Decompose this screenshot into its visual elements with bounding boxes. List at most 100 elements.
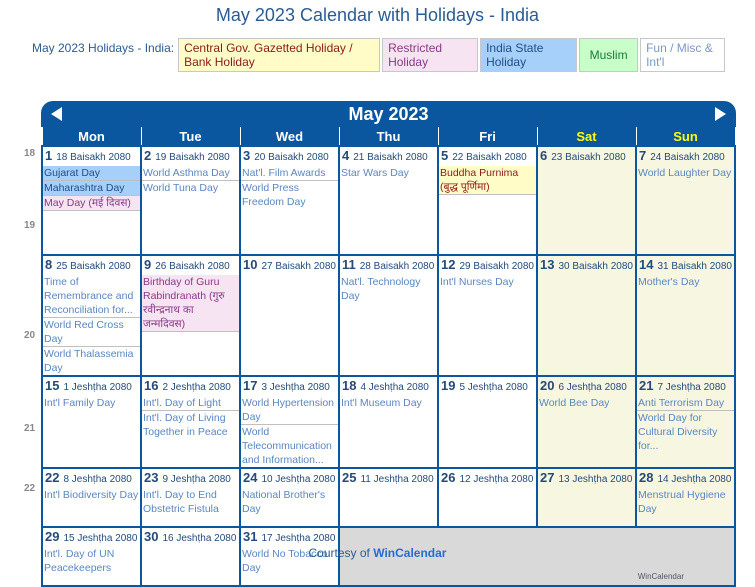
day-number: 28 14 Jeshṭha 2080 [637,469,734,488]
wincalendar-link[interactable]: WinCalendar [373,546,446,560]
day-number: 21 7 Jeshṭha 2080 [637,377,734,396]
holiday-event[interactable]: Int'l. Day of Living Together in Peace [142,411,239,439]
holiday-event[interactable]: Int'l. Day of Light [142,396,239,411]
holiday-event[interactable]: Nat'l. Film Awards [241,166,338,181]
week-number: 18 [24,148,36,159]
hindu-date: 23 Baisakh 2080 [551,152,626,163]
holiday-event[interactable]: National Brother's Day [241,488,338,516]
day-cell[interactable]: 21 7 Jeshṭha 2080 Anti Terrorism Day World … [635,375,736,469]
day-cell[interactable]: 22 8 Jeshṭha 2080 Int'l Biodiversity Day [41,467,142,528]
hindu-date: 22 Baisakh 2080 [452,152,527,163]
week-number: 19 [24,220,36,231]
day-number-value: 3 [243,148,251,163]
day-number-value: 9 [144,257,152,272]
day-cell[interactable]: 14 31 Baisakh 2080 Mother's Day [635,254,736,377]
weekday-header-fri: Fri [437,127,538,147]
day-number-value: 8 [45,257,53,272]
holiday-event[interactable]: Int'l Nurses Day [439,275,536,289]
holiday-event[interactable]: World Press Freedom Day [241,181,338,209]
day-cell[interactable]: 19 5 Jeshṭha 2080 [437,375,538,469]
triangle-left-icon[interactable] [51,107,62,121]
day-cell[interactable]: 26 12 Jeshṭha 2080 [437,467,538,528]
holiday-event[interactable]: World Red Cross Day [43,318,140,347]
day-cell[interactable]: 2 19 Baisakh 2080 World Asthma Day World Tu… [140,145,241,256]
legend-central-holiday: Central Gov. Gazetted Holiday / Bank Hol… [178,38,381,72]
holiday-event[interactable]: Gujarat Day [43,166,140,181]
day-cell[interactable]: 15 1 Jeshṭha 2080 Int'l Family Day [41,375,142,469]
day-cell[interactable]: 4 21 Baisakh 2080 Star Wars Day [338,145,439,256]
triangle-right-icon[interactable] [715,107,726,121]
holiday-event[interactable]: Int'l Museum Day [340,396,437,410]
holiday-event[interactable]: World Hypertension Day [241,396,338,425]
hindu-date: 10 Jeshṭha 2080 [261,474,336,485]
holiday-event[interactable]: Mother's Day [637,275,734,289]
weekday-header-sat: Sat [536,127,637,147]
day-cell[interactable]: 11 28 Baisakh 2080 Nat'l. Technology Day [338,254,439,377]
day-number-value: 27 [540,470,555,485]
day-number-value: 5 [441,148,449,163]
holiday-event[interactable]: World Tuna Day [142,181,239,195]
weekday-header-wed: Wed [239,127,340,147]
day-cell[interactable]: 17 3 Jeshṭha 2080 World Hypertension Day Wo… [239,375,340,469]
holiday-event[interactable]: Nat'l. Technology Day [340,275,437,303]
day-number-value: 16 [144,378,159,393]
day-cell[interactable]: 8 25 Baisakh 2080 Time of Remembrance and … [41,254,142,377]
day-cell[interactable]: 27 13 Jeshṭha 2080 [536,467,637,528]
day-number: 23 9 Jeshṭha 2080 [142,469,239,488]
holiday-event[interactable]: Birthday of Guru Rabindranath (गुरु रवीन… [142,275,239,332]
day-number-value: 2 [144,148,152,163]
holiday-event[interactable]: World Laughter Day [637,166,734,180]
day-cell[interactable]: 20 6 Jeshṭha 2080 World Bee Day [536,375,637,469]
day-cell[interactable]: 12 29 Baisakh 2080 Int'l Nurses Day [437,254,538,377]
day-cell[interactable]: 16 2 Jeshṭha 2080 Int'l. Day of Light Int'l… [140,375,241,469]
weekday-header-mon: Mon [41,127,142,147]
holiday-event[interactable]: Time of Remembrance and Reconciliation f… [43,275,140,318]
day-number: 17 3 Jeshṭha 2080 [241,377,338,396]
holiday-event[interactable]: Int'l Family Day [43,396,140,410]
holiday-event[interactable]: World Asthma Day [142,166,239,181]
day-cell[interactable]: 6 23 Baisakh 2080 [536,145,637,256]
day-number: 26 12 Jeshṭha 2080 [439,469,536,488]
courtesy-line: Courtesy of WinCalendar [0,546,755,560]
week-number: 20 [24,330,36,341]
week-row: 8 25 Baisakh 2080 Time of Remembrance and … [41,254,736,377]
day-number: 15 1 Jeshṭha 2080 [43,377,140,396]
day-cell[interactable]: 13 30 Baisakh 2080 [536,254,637,377]
page-title: May 2023 Calendar with Holidays - India [215,5,540,25]
holiday-event[interactable]: Maharashtra Day [43,181,140,196]
holiday-event[interactable]: World Day for Cultural Diversity for... [637,411,734,453]
hindu-date: 31 Baisakh 2080 [657,261,732,272]
day-cell[interactable]: 24 10 Jeshṭha 2080 National Brother's Day [239,467,340,528]
day-number: 31 17 Jeshṭha 2080 [241,528,338,547]
day-cell[interactable]: 5 22 Baisakh 2080 Buddha Purnima (बुद्ध पू… [437,145,538,256]
day-number-value: 18 [342,378,357,393]
day-cell[interactable]: 1 18 Baisakh 2080 Gujarat Day Maharashtra D… [41,145,142,256]
holiday-event[interactable]: Buddha Purnima (बुद्ध पूर्णिमा) [439,166,536,195]
holiday-event[interactable]: World Telecommunication and Information.… [241,425,338,467]
hindu-date: 18 Baisakh 2080 [56,152,131,163]
courtesy-prefix: Courtesy of [308,546,370,560]
day-number-value: 6 [540,148,548,163]
day-number: 9 26 Baisakh 2080 [142,256,239,275]
day-cell[interactable]: 25 11 Jeshṭha 2080 [338,467,439,528]
hindu-date: 4 Jeshṭha 2080 [360,382,429,393]
holiday-event[interactable]: Int'l. Day to End Obstetric Fistula [142,488,239,516]
holiday-event[interactable]: Star Wars Day [340,166,437,180]
holiday-event[interactable]: Anti Terrorism Day [637,396,734,411]
day-cell[interactable]: 18 4 Jeshṭha 2080 Int'l Museum Day [338,375,439,469]
holiday-event[interactable]: World Bee Day [538,396,635,410]
day-number: 1 18 Baisakh 2080 [43,147,140,166]
holiday-event[interactable]: Int'l Biodiversity Day [43,488,140,502]
day-cell[interactable]: 23 9 Jeshṭha 2080 Int'l. Day to End Obstet… [140,467,241,528]
day-cell[interactable]: 9 26 Baisakh 2080 Birthday of Guru Rabindr… [140,254,241,377]
holiday-event[interactable]: Menstrual Hygiene Day [637,488,734,516]
day-cell[interactable]: 7 24 Baisakh 2080 World Laughter Day [635,145,736,256]
wincalendar-watermark: WinCalendar [637,572,684,581]
day-cell[interactable]: 10 27 Baisakh 2080 [239,254,340,377]
holiday-event[interactable]: World Thalassemia Day [43,347,140,375]
day-number: 14 31 Baisakh 2080 [637,256,734,275]
day-cell[interactable]: 3 20 Baisakh 2080 Nat'l. Film Awards World … [239,145,340,256]
day-cell[interactable]: 28 14 Jeshṭha 2080 Menstrual Hygiene Day [635,467,736,528]
hindu-date: 11 Jeshṭha 2080 [360,474,434,485]
holiday-event[interactable]: May Day (मई दिवस) [43,196,140,211]
